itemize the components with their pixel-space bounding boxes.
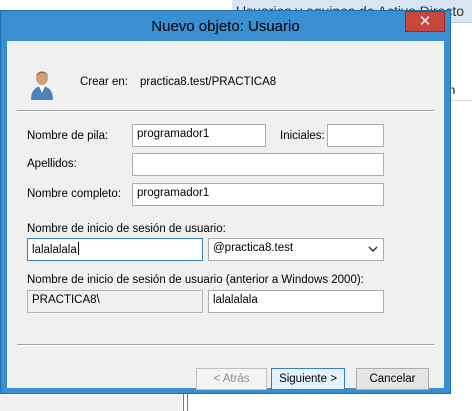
- initials-label: Iniciales:: [280, 130, 325, 142]
- logon-name-label: Nombre de inicio de sesión de usuario:: [27, 223, 226, 235]
- back-button[interactable]: < Atrás: [196, 368, 267, 390]
- pre2000-domain-field: PRACTICA8\: [27, 290, 203, 313]
- background-splitter[interactable]: [183, 392, 188, 411]
- initials-field[interactable]: [327, 124, 384, 147]
- text-caret: [77, 242, 79, 255]
- domain-suffix-value: @practica8.test: [213, 242, 294, 254]
- first-name-field[interactable]: programador1: [132, 124, 266, 147]
- close-icon: ✕: [418, 13, 432, 30]
- logon-name-field[interactable]: lalalalala: [27, 238, 203, 261]
- dialog-title: Nuevo objeto: Usuario: [151, 18, 300, 35]
- pre2000-label: Nombre de inicio de sesión de usuario (a…: [27, 274, 364, 286]
- background-scrollbar[interactable]: [0, 395, 182, 411]
- new-user-dialog: Nuevo objeto: Usuario ✕ Crear en: practi…: [0, 10, 451, 394]
- first-name-label: Nombre de pila:: [27, 130, 109, 142]
- logon-name-value: lalalalala: [32, 244, 77, 256]
- last-name-label: Apellidos:: [27, 158, 77, 170]
- create-in-path: practica8.test/PRACTICA8: [140, 76, 277, 88]
- separator-bottom: [17, 344, 434, 346]
- cancel-button[interactable]: Cancelar: [356, 368, 429, 390]
- domain-suffix-select[interactable]: @practica8.test: [208, 238, 384, 261]
- full-name-label: Nombre completo:: [27, 188, 121, 200]
- dialog-titlebar[interactable]: Nuevo objeto: Usuario ✕: [1, 11, 450, 41]
- close-button[interactable]: ✕: [405, 11, 445, 32]
- next-button[interactable]: Siguiente >: [271, 368, 345, 390]
- pre2000-name-field[interactable]: lalalalala: [208, 290, 384, 313]
- full-name-field[interactable]: programador1: [132, 183, 384, 206]
- last-name-field[interactable]: [132, 153, 384, 176]
- separator-top: [17, 110, 434, 112]
- create-in-label: Crear en:: [80, 76, 128, 88]
- dialog-client-area: Crear en: practica8.test/PRACTICA8 Nombr…: [7, 41, 444, 390]
- user-icon: [31, 71, 53, 100]
- chevron-down-icon: [368, 246, 378, 253]
